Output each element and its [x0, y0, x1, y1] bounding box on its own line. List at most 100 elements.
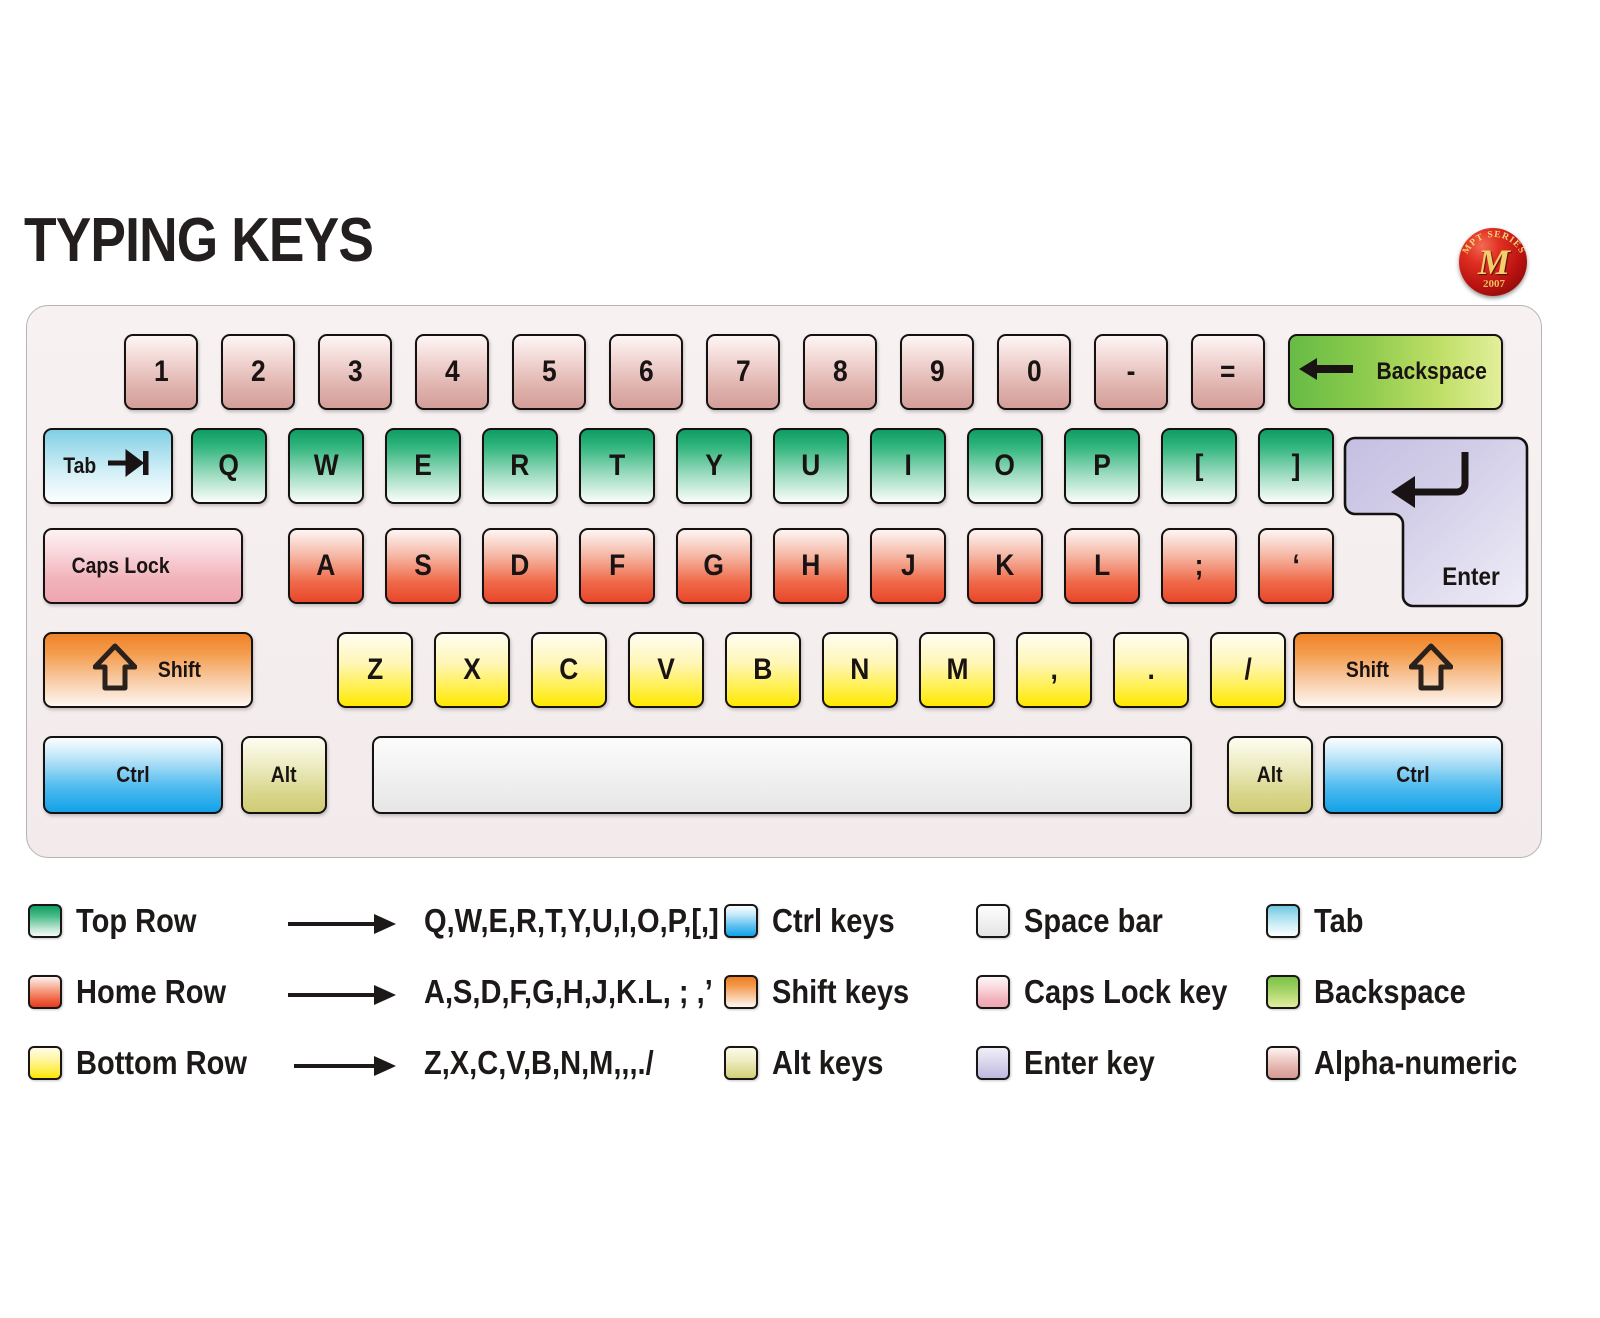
legend-label-alt-keys: Alt keys [772, 1044, 884, 1081]
key-period[interactable]: . [1113, 632, 1189, 708]
arrow-right-icon [294, 1054, 398, 1083]
key-apostrophe[interactable]: ‘ [1258, 528, 1334, 604]
key-q[interactable]: Q [191, 428, 267, 504]
key-alt-right[interactable]: Alt [1227, 736, 1313, 814]
arrow-up-icon [92, 643, 138, 697]
swatch-top-row [28, 904, 62, 938]
swatch-home-row [28, 975, 62, 1009]
caps-lock-label: Caps Lock [71, 553, 170, 578]
swatch-bottom-row [28, 1046, 62, 1080]
key-bracket-left[interactable]: [ [1161, 428, 1237, 504]
key-backspace[interactable]: Backspace [1288, 334, 1503, 410]
ctrl-right-label: Ctrl [1396, 762, 1430, 787]
key-tab[interactable]: Tab [43, 428, 173, 504]
legend-label-top-row: Top Row [76, 902, 197, 939]
alt-right-label: Alt [1257, 762, 1283, 787]
key-shift-right[interactable]: Shift [1293, 632, 1503, 708]
ctrl-left-label: Ctrl [116, 762, 150, 787]
key-ctrl-left[interactable]: Ctrl [43, 736, 223, 814]
arrow-right-icon [288, 912, 398, 941]
key-semicolon[interactable]: ; [1161, 528, 1237, 604]
swatch-enter-key [976, 1046, 1010, 1080]
key-9[interactable]: 9 [900, 334, 974, 410]
key-alt-left[interactable]: Alt [241, 736, 327, 814]
key-l[interactable]: L [1064, 528, 1140, 604]
key-e[interactable]: E [385, 428, 461, 504]
legend-item-ctrl-keys: Ctrl keys [724, 902, 911, 940]
key-t[interactable]: T [579, 428, 655, 504]
key-s[interactable]: S [385, 528, 461, 604]
key-4[interactable]: 4 [415, 334, 489, 410]
key-3[interactable]: 3 [318, 334, 392, 410]
backspace-label: Backspace [1376, 358, 1487, 385]
swatch-space-bar [976, 904, 1010, 938]
key-i[interactable]: I [870, 428, 946, 504]
legend-label-caps-lock-key: Caps Lock key [1024, 973, 1228, 1010]
legend-label-bottom-row: Bottom Row [76, 1044, 247, 1081]
key-v[interactable]: V [628, 632, 704, 708]
key-k[interactable]: K [967, 528, 1043, 604]
key-j[interactable]: J [870, 528, 946, 604]
mpt-series-logo: MPT SERIES M 2007 [1455, 222, 1533, 300]
key-5[interactable]: 5 [512, 334, 586, 410]
key-shift-left[interactable]: Shift [43, 632, 253, 708]
swatch-ctrl-keys [724, 904, 758, 938]
key-p[interactable]: P [1064, 428, 1140, 504]
key-w[interactable]: W [288, 428, 364, 504]
legend-label-home-row: Home Row [76, 973, 227, 1010]
key-a[interactable]: A [288, 528, 364, 604]
swatch-backspace [1266, 975, 1300, 1009]
legend-keys-home-row: A,S,D,F,G,H,J,K.L, ; ,’ [424, 973, 713, 1010]
key-o[interactable]: O [967, 428, 1043, 504]
key-caps-lock[interactable]: Caps Lock [43, 528, 243, 604]
legend-label-enter-key: Enter key [1024, 1044, 1155, 1081]
key-slash[interactable]: / [1210, 632, 1286, 708]
shift-right-label: Shift [1345, 657, 1389, 682]
keyboard-diagram: 1 2 3 4 5 6 7 8 9 0 - = Backspace Tab Q … [26, 305, 1542, 858]
arrow-right-icon [288, 983, 398, 1012]
key-1[interactable]: 1 [124, 334, 198, 410]
key-bracket-right[interactable]: ] [1258, 428, 1334, 504]
key-r[interactable]: R [482, 428, 558, 504]
shift-left-label: Shift [157, 657, 201, 682]
legend-item-alpha-numeric: Alpha-numeric [1266, 1044, 1545, 1082]
legend-keys-bottom-row: Z,X,C,V,B,N,M,,,./ [424, 1044, 654, 1081]
legend-label-backspace: Backspace [1314, 973, 1466, 1010]
legend-label-ctrl-keys: Ctrl keys [772, 902, 895, 939]
key-equals[interactable]: = [1191, 334, 1265, 410]
key-6[interactable]: 6 [609, 334, 683, 410]
legend: Top Row Home Row Bottom Row Q,W,E,R,T,Y,… [26, 890, 1586, 1100]
key-enter[interactable]: Enter [1343, 428, 1529, 616]
key-d[interactable]: D [482, 528, 558, 604]
key-8[interactable]: 8 [803, 334, 877, 410]
key-h[interactable]: H [773, 528, 849, 604]
key-f[interactable]: F [579, 528, 655, 604]
key-space-bar[interactable] [372, 736, 1192, 814]
key-7[interactable]: 7 [706, 334, 780, 410]
legend-item-tab: Tab [1266, 902, 1370, 940]
page-title: TYPING KEYS [24, 206, 374, 275]
key-m[interactable]: M [919, 632, 995, 708]
key-2[interactable]: 2 [221, 334, 295, 410]
legend-label-alpha-numeric: Alpha-numeric [1314, 1044, 1518, 1081]
key-g[interactable]: G [676, 528, 752, 604]
key-y[interactable]: Y [676, 428, 752, 504]
key-b[interactable]: B [725, 632, 801, 708]
key-u[interactable]: U [773, 428, 849, 504]
swatch-shift-keys [724, 975, 758, 1009]
logo-year: 2007 [1483, 278, 1505, 290]
tab-arrow-icon [106, 449, 152, 483]
legend-item-caps-lock-key: Caps Lock key [976, 973, 1255, 1011]
key-x[interactable]: X [434, 632, 510, 708]
arrow-left-icon [1297, 356, 1355, 388]
legend-label-space-bar: Space bar [1024, 902, 1163, 939]
enter-label: Enter [1442, 563, 1500, 591]
key-comma[interactable]: , [1016, 632, 1092, 708]
key-ctrl-right[interactable]: Ctrl [1323, 736, 1503, 814]
key-0[interactable]: 0 [997, 334, 1071, 410]
swatch-alt-keys [724, 1046, 758, 1080]
key-c[interactable]: C [531, 632, 607, 708]
key-z[interactable]: Z [337, 632, 413, 708]
key-minus[interactable]: - [1094, 334, 1168, 410]
key-n[interactable]: N [822, 632, 898, 708]
